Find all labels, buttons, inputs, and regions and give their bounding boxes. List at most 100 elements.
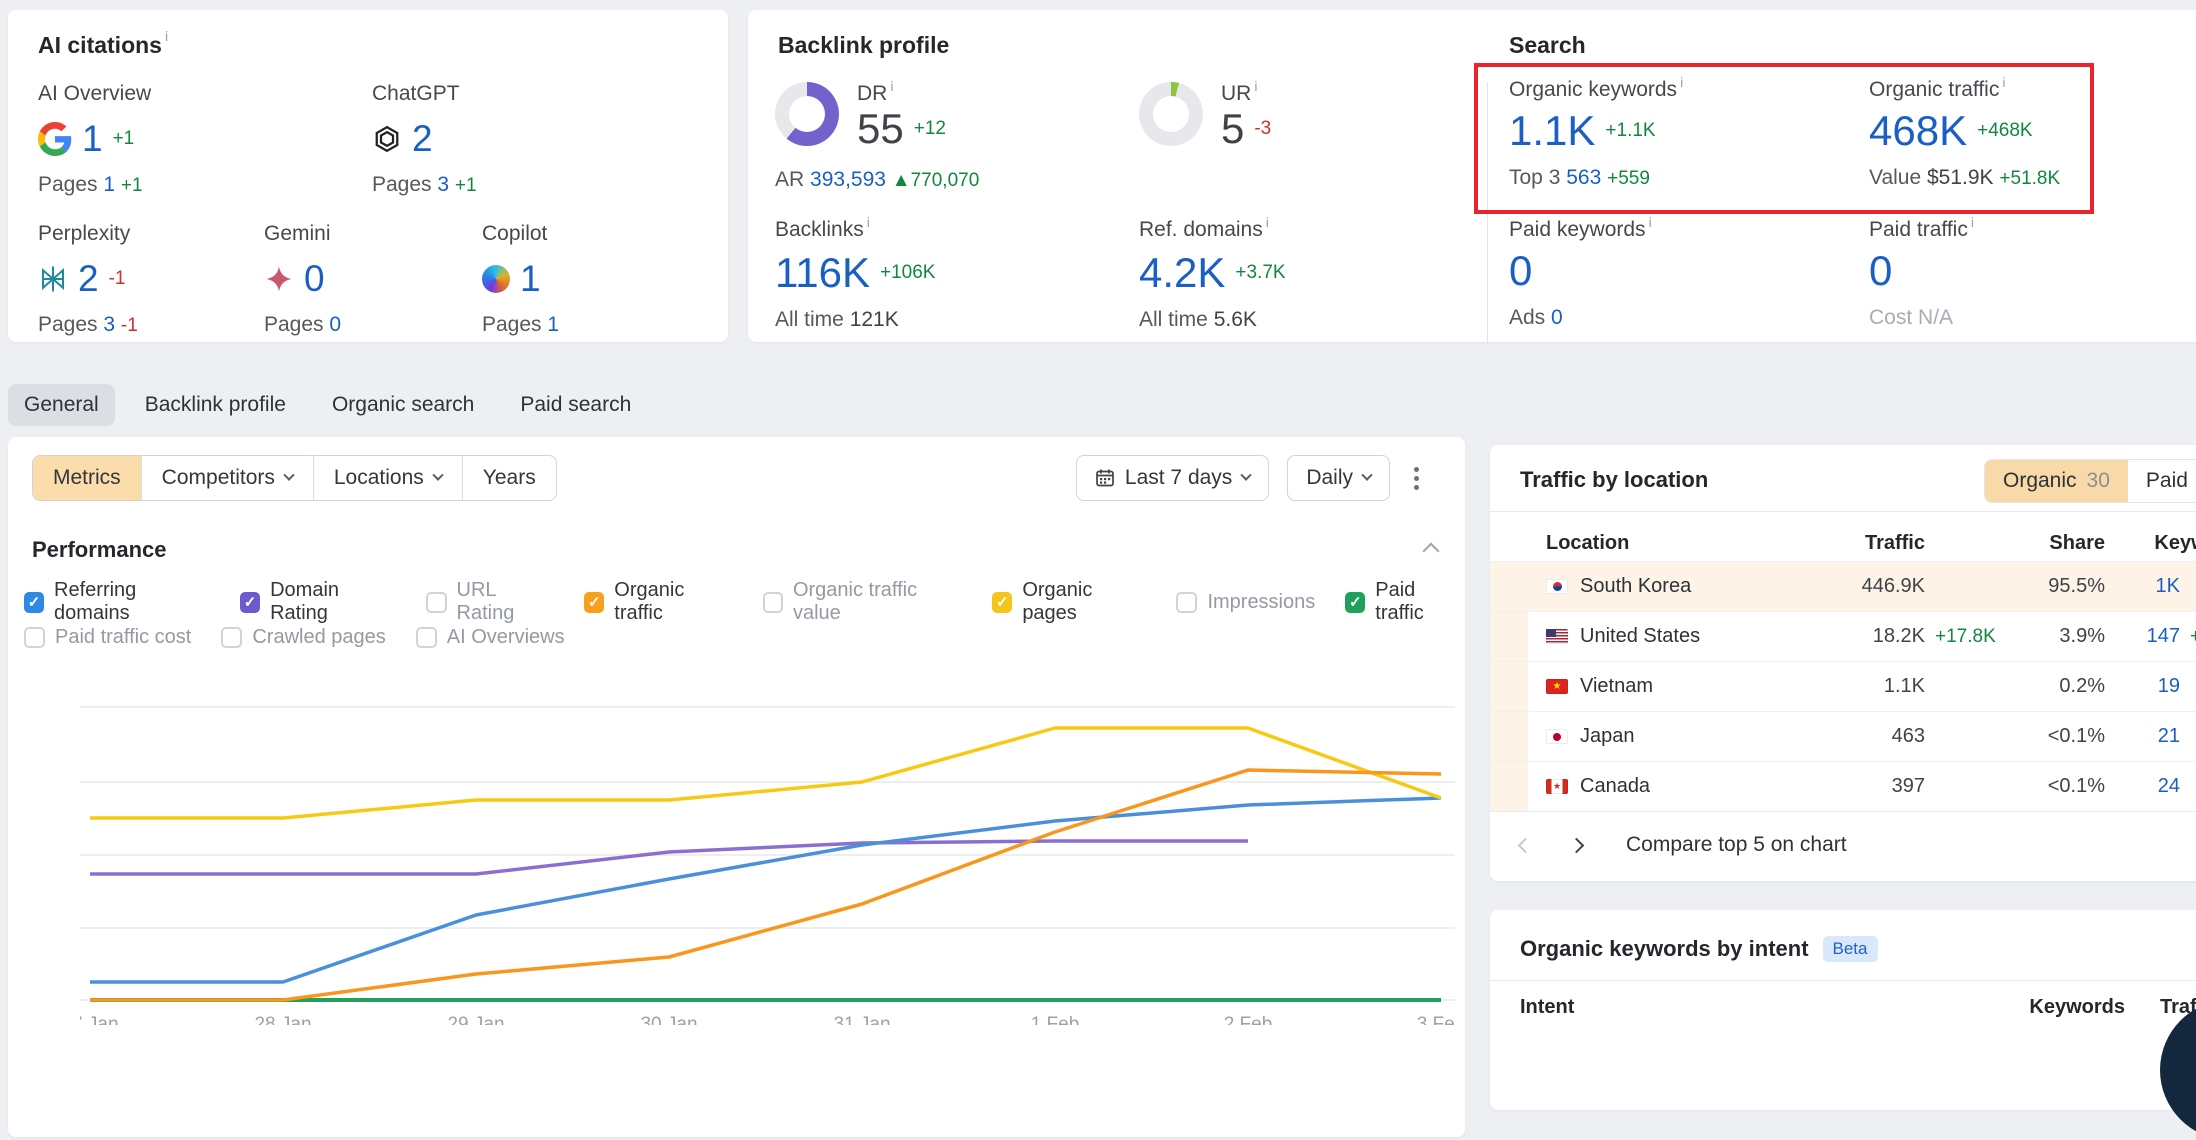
organic-traffic-value[interactable]: 468K xyxy=(1869,110,1967,152)
x-tick-label: 28 Jan xyxy=(254,1014,311,1025)
copilot-count[interactable]: 1 xyxy=(520,260,541,297)
tab-backlink-profile[interactable]: Backlink profile xyxy=(129,384,302,426)
metric-impressions[interactable]: Impressions xyxy=(1176,591,1315,614)
years-button[interactable]: Years xyxy=(462,456,556,500)
col-traffic[interactable]: Traffic xyxy=(1795,532,1925,555)
ai-overview-pages: Pages 1 +1 xyxy=(38,173,151,197)
perplexity-delta: -1 xyxy=(109,268,126,290)
tab-general[interactable]: General xyxy=(8,384,115,426)
ur-value: 5 xyxy=(1221,108,1244,150)
gemini-pages: Pages 0 xyxy=(264,313,341,337)
backlink-profile-title: Backlink profile xyxy=(778,32,949,58)
metrics-button[interactable]: Metrics xyxy=(33,456,141,500)
overview-tabbar: General Backlink profile Organic search … xyxy=(8,384,647,426)
checkbox-icon xyxy=(416,627,437,648)
toggle-organic[interactable]: Organic 30 xyxy=(1985,460,2128,502)
more-options-button[interactable] xyxy=(1408,461,1425,496)
keywords-by-intent-title: Organic keywords by intent xyxy=(1520,936,1809,962)
info-icon[interactable]: i xyxy=(1971,214,1974,230)
tab-organic-search[interactable]: Organic search xyxy=(316,384,490,426)
checkbox-icon: ✓ xyxy=(992,592,1012,613)
next-page-icon[interactable] xyxy=(1569,837,1585,853)
tab-paid-search[interactable]: Paid search xyxy=(504,384,647,426)
metric-ai-overviews[interactable]: AI Overviews xyxy=(416,626,565,649)
backlinks-value[interactable]: 116K xyxy=(775,252,870,294)
table-row[interactable]: ★Vietnam 1.1K 0.2% 19 xyxy=(1490,661,2196,711)
chart-canvas xyxy=(80,647,1455,1009)
info-icon[interactable]: i xyxy=(2002,74,2005,90)
organic-keywords-block: Organic keywordsi 1.1K +1.1K Top 3 563 +… xyxy=(1509,78,1683,190)
gemini-label: Gemini xyxy=(264,222,341,246)
col-share[interactable]: Share xyxy=(2015,532,2105,555)
x-tick-label: 1 Feb xyxy=(1031,1014,1080,1025)
canada-flag-icon: ★ xyxy=(1546,779,1568,794)
ai-overview-delta: +1 xyxy=(113,128,135,150)
divider xyxy=(1490,511,2196,512)
location-table-header: Location Traffic Share Keywords xyxy=(1490,525,2196,561)
ref-domains-block: Ref. domainsi 4.2K +3.7K All time 5.6K xyxy=(1139,218,1286,332)
perplexity-label: Perplexity xyxy=(38,222,138,246)
info-icon[interactable]: i xyxy=(1266,214,1269,230)
google-g-icon xyxy=(38,122,72,156)
info-icon[interactable]: i xyxy=(1254,78,1257,94)
chart-toolbar: Metrics Competitors Locations Years Last… xyxy=(32,455,1425,501)
info-icon[interactable]: i xyxy=(890,78,893,94)
metric-crawled-pages[interactable]: Crawled pages xyxy=(221,626,385,649)
table-row[interactable]: United States 18.2K +17.8K 3.9% 147 +92 xyxy=(1490,611,2196,661)
locations-button[interactable]: Locations xyxy=(313,456,462,500)
info-icon[interactable]: i xyxy=(165,28,168,44)
ai-overview-count[interactable]: 1 xyxy=(82,120,103,157)
location-table: Location Traffic Share Keywords South Ko… xyxy=(1490,525,2196,812)
col-intent: Intent xyxy=(1520,996,2025,1019)
performance-line-chart: 27 Jan28 Jan29 Jan30 Jan31 Jan1 Feb2 Feb… xyxy=(80,647,1455,1025)
backlinks-block: Backlinksi 116K +106K All time 121K xyxy=(775,218,935,332)
ai-overview-block: AI Overview 1 +1 Pages 1 +1 xyxy=(38,82,151,197)
vietnam-flag-icon: ★ xyxy=(1546,679,1568,694)
paid-keywords-value[interactable]: 0 xyxy=(1509,250,1532,292)
copilot-block: Copilot 1 Pages 1 xyxy=(482,222,559,337)
ref-domains-value[interactable]: 4.2K xyxy=(1139,252,1225,294)
top3-row: Top 3 563 +559 xyxy=(1509,166,1683,190)
organic-keywords-value[interactable]: 1.1K xyxy=(1509,110,1595,152)
col-keywords[interactable]: Keywords xyxy=(2105,532,2196,555)
date-range-button[interactable]: Last 7 days xyxy=(1076,455,1269,501)
ur-donut-gauge xyxy=(1139,82,1203,146)
metric-toggle-row-2: Paid traffic cost Crawled pages AI Overv… xyxy=(24,626,565,649)
metric-domain-rating[interactable]: ✓Domain Rating xyxy=(240,579,396,625)
metric-url-rating[interactable]: URL Rating xyxy=(426,579,554,625)
perplexity-count[interactable]: 2 xyxy=(78,260,99,297)
chevron-down-icon xyxy=(1361,470,1372,481)
compare-top5-link[interactable]: Compare top 5 on chart xyxy=(1626,833,1847,857)
chatgpt-count[interactable]: 2 xyxy=(412,120,433,157)
copilot-icon xyxy=(482,265,510,293)
metric-paid-traffic[interactable]: ✓Paid traffic xyxy=(1345,579,1465,625)
gemini-count[interactable]: 0 xyxy=(304,260,325,297)
table-row[interactable]: ★Canada 397 <0.1% 24 xyxy=(1490,761,2196,811)
dr-label: DR xyxy=(857,82,887,105)
previous-page-icon[interactable] xyxy=(1518,837,1534,853)
dr-donut-gauge xyxy=(775,82,839,146)
metric-paid-traffic-cost[interactable]: Paid traffic cost xyxy=(24,626,191,649)
metric-organic-traffic[interactable]: ✓Organic traffic xyxy=(584,579,732,625)
competitors-button[interactable]: Competitors xyxy=(141,456,313,500)
col-location[interactable]: Location xyxy=(1528,532,1795,555)
metric-toggle-row-1: ✓Referring domains ✓Domain Rating URL Ra… xyxy=(24,579,1465,625)
collapse-section-icon[interactable] xyxy=(1423,543,1440,560)
checkbox-icon xyxy=(426,592,446,613)
metric-organic-traffic-value[interactable]: Organic traffic value xyxy=(763,579,963,625)
paid-traffic-value[interactable]: 0 xyxy=(1869,250,1892,292)
info-icon[interactable]: i xyxy=(1649,214,1652,230)
copilot-pages: Pages 1 xyxy=(482,313,559,337)
toggle-paid[interactable]: Paid 0 xyxy=(2128,460,2196,502)
checkbox-icon xyxy=(24,627,45,648)
perplexity-block: Perplexity 2 -1 Pages 3 -1 xyxy=(38,222,138,337)
metric-organic-pages[interactable]: ✓Organic pages xyxy=(992,579,1146,625)
table-row[interactable]: Japan 463 <0.1% 21 xyxy=(1490,711,2196,761)
chatgpt-icon xyxy=(372,124,402,154)
info-icon[interactable]: i xyxy=(867,214,870,230)
metric-referring-domains[interactable]: ✓Referring domains xyxy=(24,579,210,625)
ai-citations-title: AI citations xyxy=(38,32,162,58)
info-icon[interactable]: i xyxy=(1680,74,1683,90)
table-row[interactable]: South Korea 446.9K 95.5% 1K xyxy=(1490,561,2196,611)
granularity-button[interactable]: Daily xyxy=(1287,455,1390,501)
